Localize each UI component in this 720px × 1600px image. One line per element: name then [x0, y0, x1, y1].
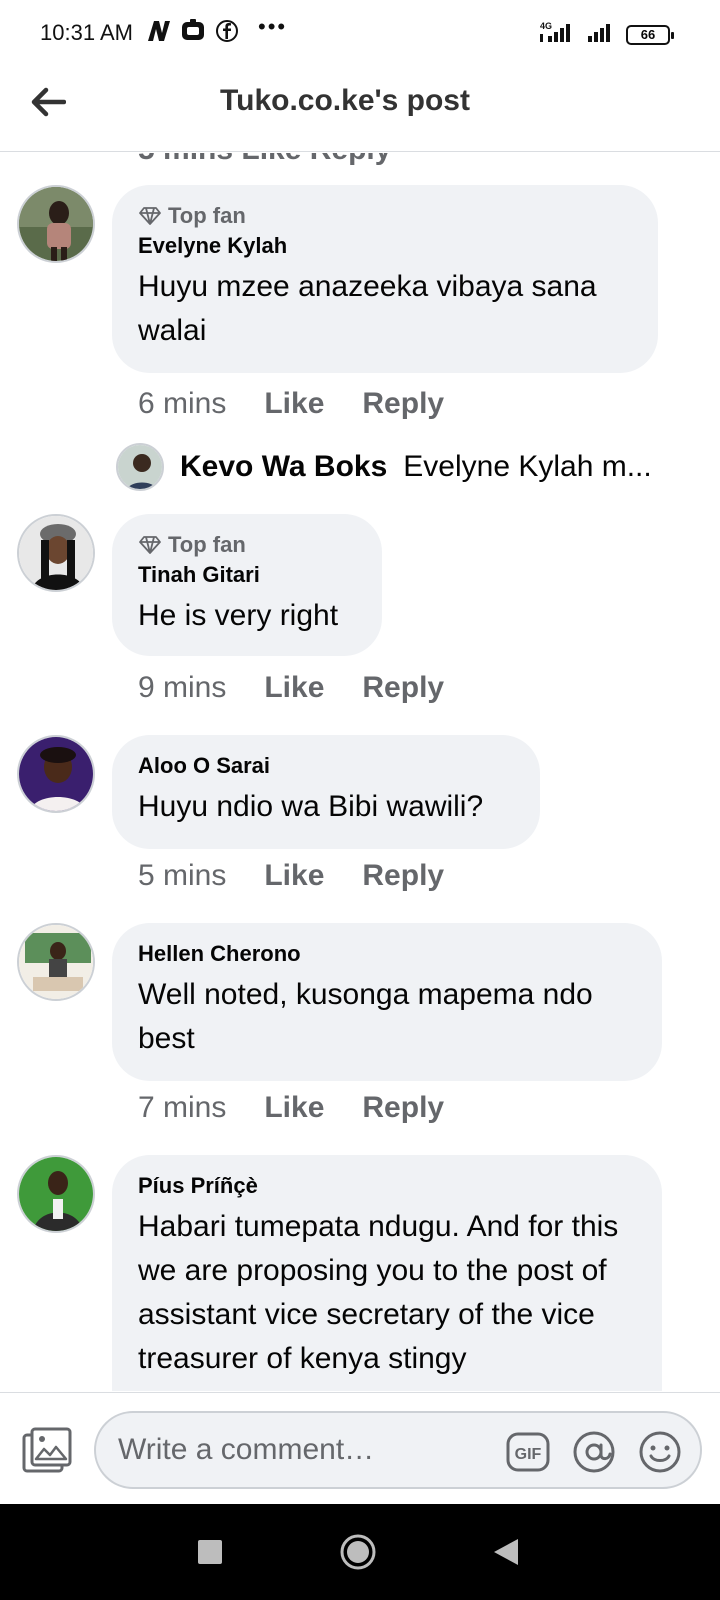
partial-comment-actions: 5 mins Like Reply [138, 153, 391, 167]
notification-icons: ••• [146, 14, 287, 44]
comment-author[interactable]: Píus Príñçè [138, 1173, 636, 1199]
comment-text: He is very right [138, 599, 339, 632]
smiley-icon [639, 1431, 681, 1473]
gif-icon: GIF [506, 1432, 550, 1472]
reply-text: Evelyne Kylah m... [403, 450, 652, 483]
back-nav-button[interactable] [486, 1532, 526, 1572]
comment-input-box[interactable]: GIF [94, 1411, 702, 1489]
tv-app-icon [180, 18, 206, 44]
page-title: Tuko.co.ke's post [220, 84, 470, 117]
recents-button[interactable] [190, 1532, 230, 1572]
at-sign-icon [573, 1431, 615, 1473]
system-nav-bar [0, 1504, 720, 1600]
comment-input[interactable] [118, 1429, 498, 1471]
comment-text: Huyu mzee anazeeka vibaya sana walai [138, 270, 597, 347]
facebook-icon [214, 18, 240, 44]
comment-author[interactable]: Evelyne Kylah [138, 233, 632, 259]
comment-author[interactable]: Hellen Cherono [138, 941, 636, 967]
diamond-icon [139, 536, 161, 554]
signal-4g-icon: 4G [538, 20, 576, 49]
avatar[interactable] [17, 514, 95, 592]
triangle-back-icon [494, 1539, 518, 1565]
badge-label: Top fan [168, 203, 246, 228]
comment-actions: 6 mins Like Reply [138, 387, 444, 421]
comment-time[interactable]: 6 mins [138, 387, 226, 421]
mention-button[interactable] [572, 1430, 616, 1474]
avatar [116, 443, 164, 491]
like-button[interactable]: Like [264, 859, 324, 893]
home-button[interactable] [338, 1532, 378, 1572]
add-photo-button[interactable] [18, 1423, 76, 1477]
comments-list: 5 mins Like Reply Top fan Evelyne Kylah … [0, 153, 720, 1391]
emoji-button[interactable] [638, 1430, 682, 1474]
comment-author[interactable]: Aloo O Sarai [138, 753, 514, 779]
reply-button[interactable]: Reply [362, 859, 444, 893]
news-app-icon [146, 18, 172, 44]
reply-author: Kevo Wa Boks [180, 450, 388, 483]
system-status-icons: 4G 66 [538, 20, 674, 49]
status-bar: 10:31 AM ••• 4G 66 [0, 0, 720, 66]
comment-actions: 7 mins Like Reply [138, 1091, 444, 1125]
svg-text:4G: 4G [540, 21, 552, 31]
status-time: 10:31 AM [40, 20, 133, 45]
circle-icon [340, 1534, 376, 1570]
like-button[interactable]: Like [264, 387, 324, 421]
reply-button[interactable]: Reply [362, 387, 444, 421]
like-button[interactable]: Like [264, 671, 324, 705]
avatar[interactable] [17, 1155, 95, 1233]
comment-actions: 9 mins Like Reply [138, 671, 444, 705]
reply-button[interactable]: Reply [362, 671, 444, 705]
reply-preview[interactable]: Kevo Wa Boks Evelyne Kylah m... [116, 443, 652, 491]
comment-time[interactable]: 9 mins [138, 671, 226, 705]
comment-time[interactable]: 7 mins [138, 1091, 226, 1125]
reply-button[interactable]: Reply [362, 1091, 444, 1125]
more-notifications-icon: ••• [258, 14, 288, 39]
comment-text: Habari tumepata ndugu. And for this we a… [138, 1210, 619, 1375]
badge-label: Top fan [168, 532, 246, 557]
battery-icon: 66 [626, 24, 674, 45]
comment-text: Well noted, kusonga mapema ndo best [138, 978, 593, 1055]
top-fan-badge: Top fan [138, 203, 632, 229]
comment-actions: 5 mins Like Reply [138, 859, 444, 893]
diamond-icon [139, 207, 161, 225]
comment-composer: GIF [0, 1392, 720, 1504]
comment-bubble[interactable]: Aloo O Sarai Huyu ndio wa Bibi wawili? [112, 735, 540, 849]
signal-icon [586, 20, 616, 49]
photo-icon [22, 1427, 72, 1473]
comment-time[interactable]: 5 mins [138, 859, 226, 893]
comment-text: Huyu ndio wa Bibi wawili? [138, 790, 484, 823]
gif-label: GIF [515, 1446, 542, 1463]
composer-icons: GIF [506, 1430, 682, 1474]
comment-bubble[interactable]: Hellen Cherono Well noted, kusonga mapem… [112, 923, 662, 1081]
app-header: Tuko.co.ke's post [0, 66, 720, 152]
gif-button[interactable]: GIF [506, 1430, 550, 1474]
comment-bubble[interactable]: Top fan Tinah Gitari He is very right [112, 514, 382, 656]
square-icon [198, 1540, 222, 1564]
avatar[interactable] [17, 923, 95, 1001]
comment-bubble[interactable]: Píus Príñçè Habari tumepata ndugu. And f… [112, 1155, 662, 1391]
like-button[interactable]: Like [264, 1091, 324, 1125]
avatar[interactable] [17, 735, 95, 813]
comment-bubble[interactable]: Top fan Evelyne Kylah Huyu mzee anazeeka… [112, 185, 658, 373]
avatar[interactable] [17, 185, 95, 263]
top-fan-badge: Top fan [138, 532, 356, 558]
comment-author[interactable]: Tinah Gitari [138, 562, 356, 588]
